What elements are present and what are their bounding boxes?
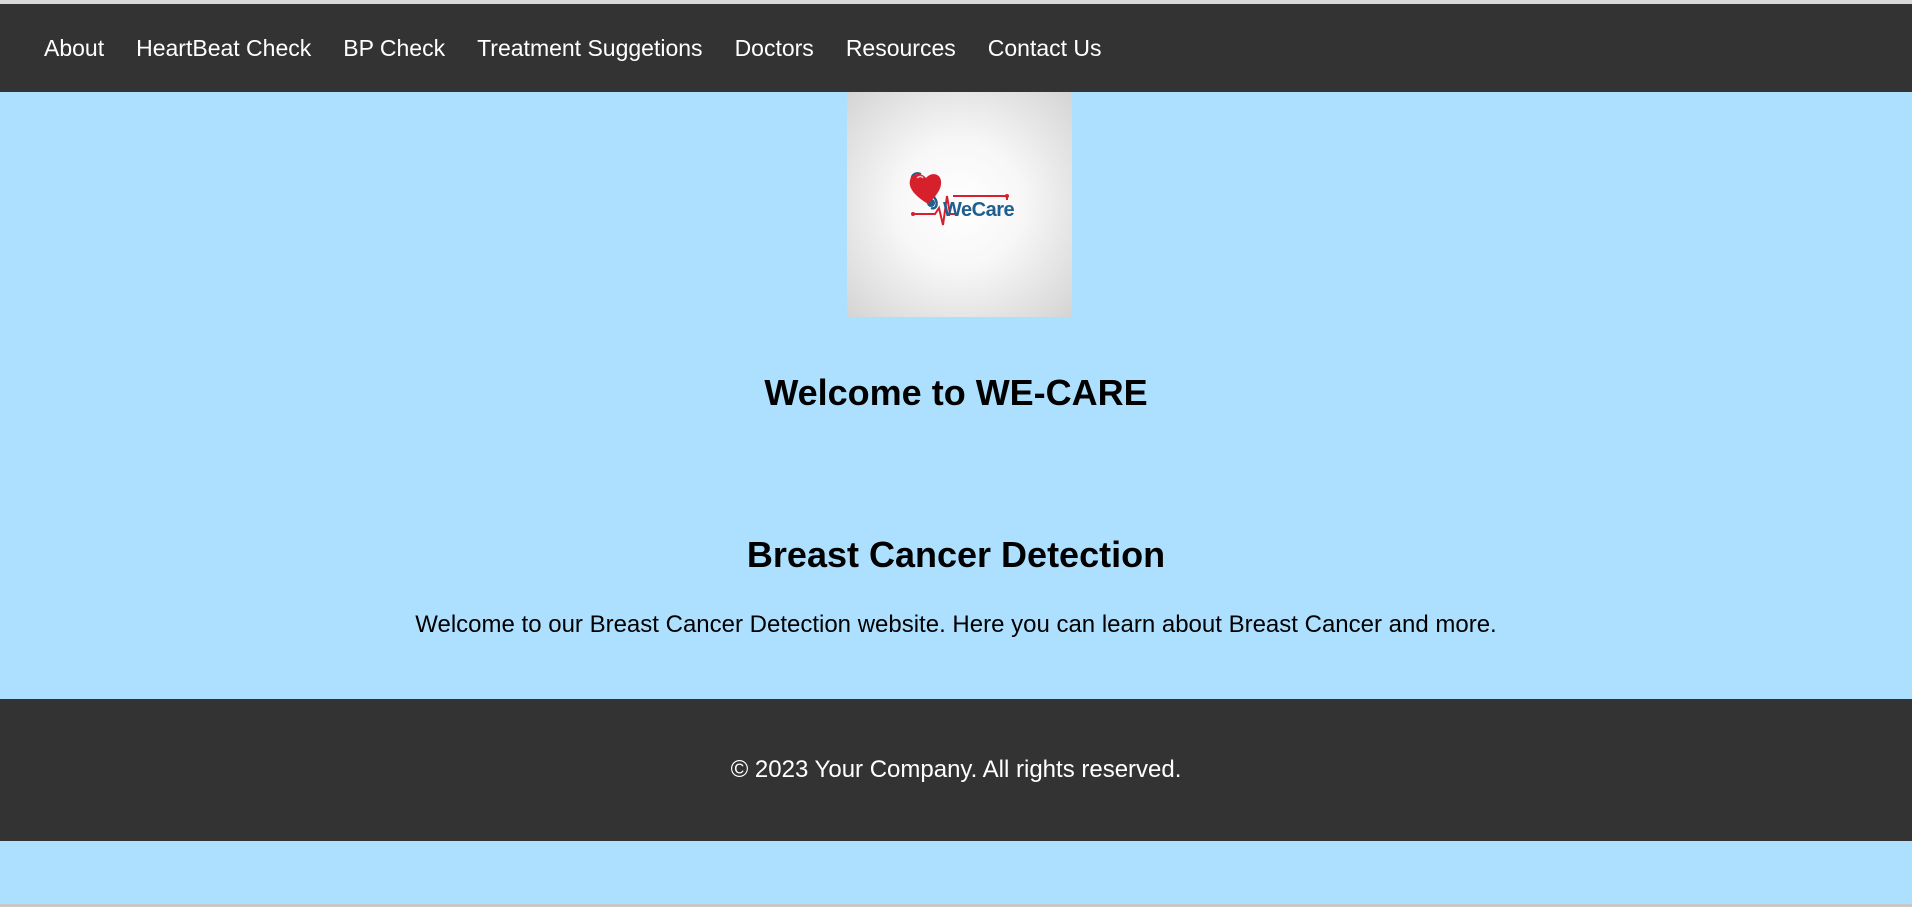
- page-footer: © 2023 Your Company. All rights reserved…: [0, 699, 1912, 841]
- nav-link-bp-check[interactable]: BP Check: [327, 4, 461, 92]
- top-navigation-bar: About HeartBeat Check BP Check Treatment…: [0, 4, 1912, 92]
- nav-link-treatment-suggestions[interactable]: Treatment Suggetions: [461, 4, 718, 92]
- section-title: Breast Cancer Detection: [746, 534, 1166, 575]
- nav-link-about[interactable]: About: [28, 4, 120, 92]
- nav-link-doctors[interactable]: Doctors: [719, 4, 830, 92]
- nav-link-resources[interactable]: Resources: [830, 4, 972, 92]
- wecare-logo: WeCare: [847, 92, 1072, 317]
- nav-link-heartbeat-check[interactable]: HeartBeat Check: [120, 4, 327, 92]
- copyright-text: © 2023 Your Company. All rights reserved…: [730, 756, 1182, 783]
- logo-text: WeCare: [943, 199, 1015, 221]
- page-title: Welcome to WE-CARE: [764, 372, 1148, 413]
- section-description: Welcome to our Breast Cancer Detection w…: [415, 611, 1497, 638]
- nav-link-contact-us[interactable]: Contact Us: [972, 4, 1118, 92]
